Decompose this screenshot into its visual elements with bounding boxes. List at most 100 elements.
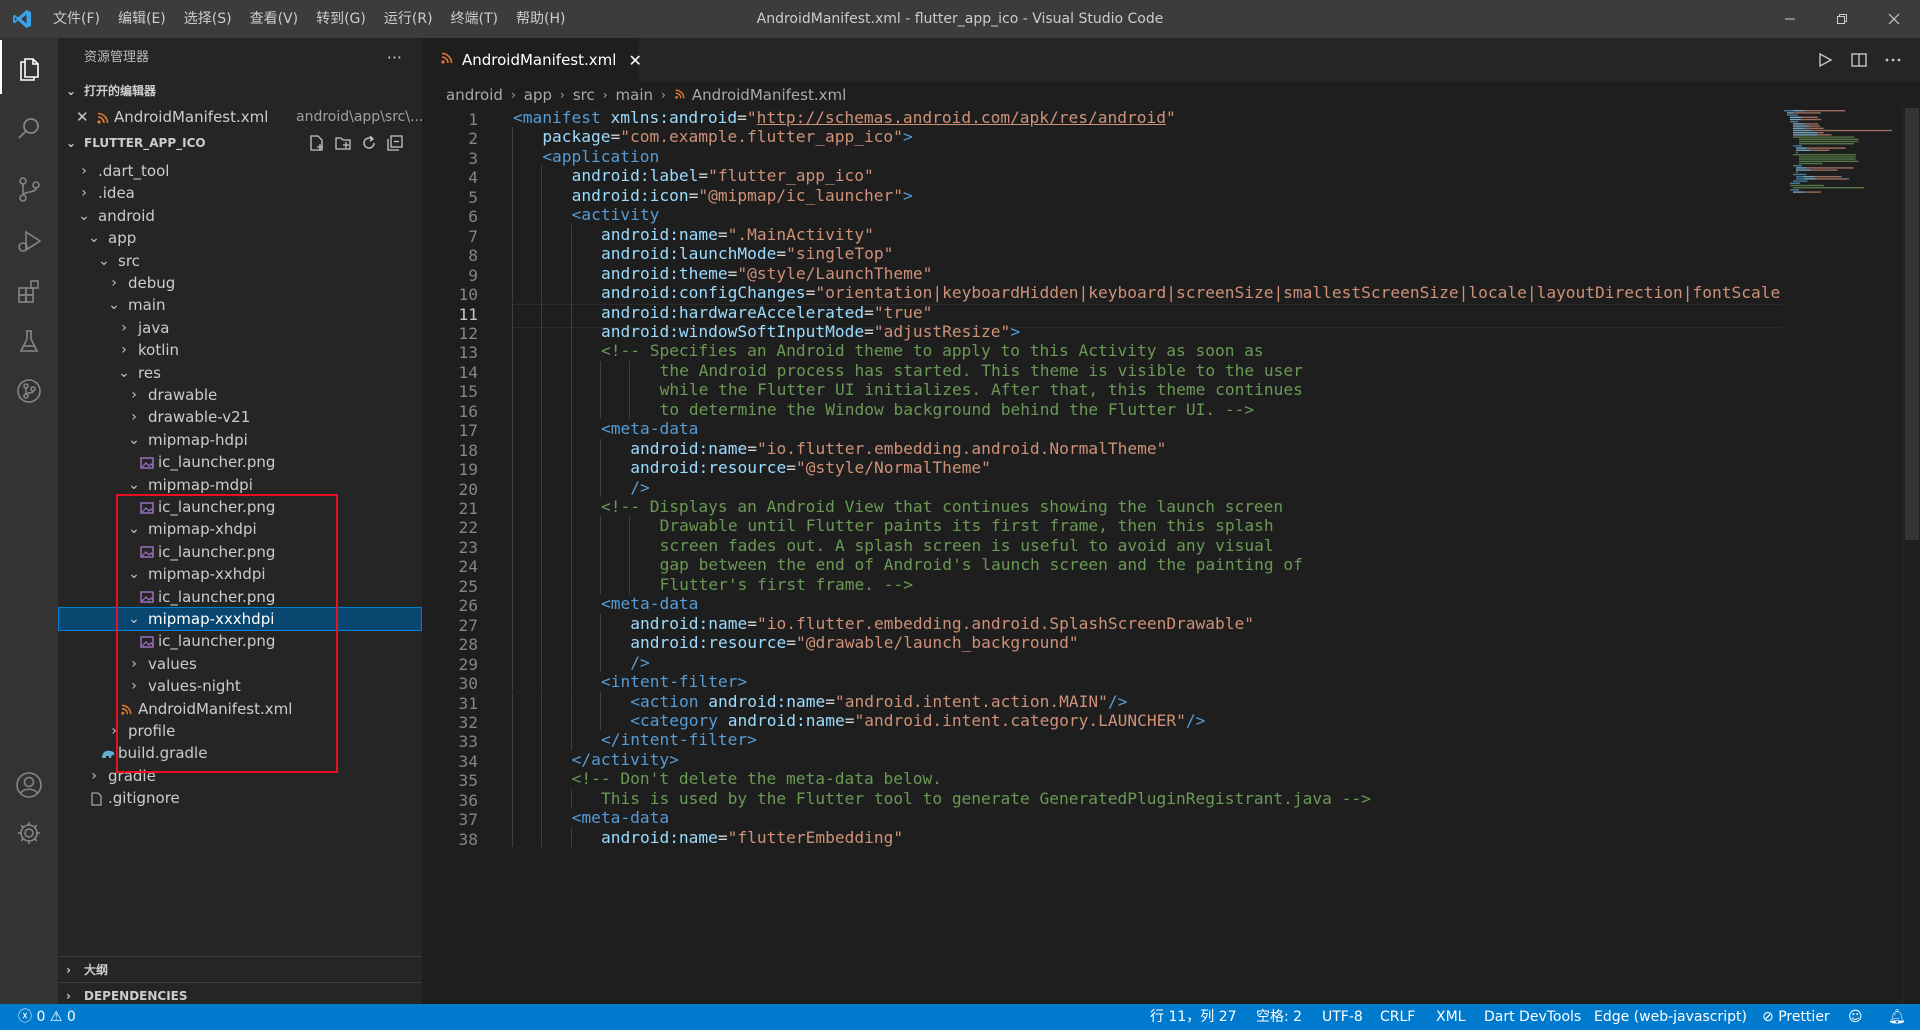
code-line[interactable]: <manifest xmlns:android="http://schemas.… <box>510 108 1176 127</box>
code-line[interactable]: <action android:name="android.intent.act… <box>510 692 1127 711</box>
code-line[interactable]: <category android:name="android.intent.c… <box>510 711 1205 730</box>
tree-folder[interactable]: ⌄ mipmap-hdpi <box>58 428 422 452</box>
minimap[interactable] <box>1782 108 1902 1004</box>
tree-file[interactable]: .gitignore <box>58 786 422 810</box>
open-editors-section[interactable]: ⌄ 打开的编辑器 <box>58 78 422 104</box>
code-line[interactable]: <application <box>510 147 659 166</box>
tree-folder[interactable]: › drawable <box>58 383 422 407</box>
collapse-all-icon[interactable] <box>386 134 404 161</box>
source-control-icon[interactable] <box>0 162 58 216</box>
git-graph-icon[interactable] <box>0 364 58 418</box>
feedback-icon[interactable]: ☺ <box>1848 1004 1863 1030</box>
code-line[interactable]: android:icon="@mipmap/ic_launcher"> <box>510 186 913 205</box>
tree-folder[interactable]: › .idea <box>58 181 422 205</box>
code-line[interactable]: </intent-filter> <box>510 730 757 749</box>
run-debug-icon[interactable] <box>0 214 58 268</box>
menu-item-3[interactable]: 查看(V) <box>241 0 308 38</box>
breadcrumb-item[interactable]: android <box>446 82 503 108</box>
tree-folder[interactable]: › debug <box>58 271 422 295</box>
code-line[interactable]: android:resource="@style/NormalTheme" <box>510 458 991 477</box>
breadcrumb-item[interactable]: main <box>616 82 653 108</box>
tree-folder[interactable]: ⌄ app <box>58 226 422 250</box>
code-line[interactable]: <meta-data <box>510 419 698 438</box>
notifications-bell-icon[interactable]: 🔔︎ <box>1888 1004 1906 1030</box>
dart-devtools[interactable]: Dart DevTools <box>1484 1004 1581 1030</box>
settings-icon[interactable] <box>0 806 58 860</box>
code-line[interactable]: This is used by the Flutter tool to gene… <box>510 789 1371 808</box>
code-line[interactable]: android:launchMode="singleTop" <box>510 244 893 263</box>
testing-icon[interactable] <box>0 314 58 368</box>
code-line[interactable]: <meta-data <box>510 808 669 827</box>
tree-folder[interactable]: › kotlin <box>58 338 422 362</box>
tree-folder[interactable]: › java <box>58 316 422 340</box>
tree-folder[interactable]: ⌄ res <box>58 361 422 385</box>
close-editor-icon[interactable]: ✕ <box>76 104 89 130</box>
code-line[interactable]: <activity <box>510 205 660 224</box>
new-file-icon[interactable] <box>308 134 326 161</box>
code-line[interactable]: android:label="flutter_app_ico" <box>510 166 874 185</box>
menu-item-6[interactable]: 终端(T) <box>442 0 507 38</box>
code-line[interactable]: android:resource="@drawable/launch_backg… <box>510 633 1078 652</box>
code-line[interactable]: screen fades out. A splash screen is use… <box>510 536 1274 555</box>
breadcrumb-item[interactable]: AndroidManifest.xml <box>692 82 846 108</box>
code-line[interactable]: <meta-data <box>510 594 698 613</box>
problems-indicator[interactable]: ⓧ 0 ⚠ 0 <box>18 1004 76 1030</box>
code-line[interactable]: android:name=".MainActivity" <box>510 225 874 244</box>
menu-item-4[interactable]: 转到(G) <box>307 0 375 38</box>
menu-item-7[interactable]: 帮助(H) <box>507 0 574 38</box>
code-line[interactable]: android:name="io.flutter.embedding.andro… <box>510 439 1166 458</box>
tree-folder[interactable]: › .dart_tool <box>58 159 422 183</box>
code-line[interactable]: /> <box>510 653 650 672</box>
code-line[interactable]: </activity> <box>510 750 679 769</box>
vscode-logo-icon[interactable] <box>0 0 44 38</box>
workspace-section[interactable]: ⌄ FLUTTER_APP_ICO <box>58 130 422 156</box>
split-editor-icon[interactable] <box>1842 51 1876 69</box>
close-icon[interactable] <box>1868 0 1920 38</box>
prettier-status[interactable]: ⊘ Prettier <box>1762 1004 1830 1030</box>
code-line[interactable]: android:hardwareAccelerated="true" <box>510 303 932 322</box>
search-icon[interactable] <box>0 102 58 156</box>
menu-item-2[interactable]: 选择(S) <box>175 0 241 38</box>
code-line[interactable]: <intent-filter> <box>510 672 747 691</box>
breadcrumb-item[interactable]: app <box>524 82 552 108</box>
open-editor-item[interactable]: ✕ AndroidManifest.xml android\app\src\..… <box>58 104 422 130</box>
tab-close-icon[interactable]: ✕ <box>628 51 641 70</box>
code-line[interactable]: android:name="io.flutter.embedding.andro… <box>510 614 1254 633</box>
edge-debug[interactable]: Edge (web-javascript) <box>1594 1004 1747 1030</box>
encoding[interactable]: UTF-8 <box>1322 1004 1363 1030</box>
code-line[interactable]: <!-- Specifies an Android theme to apply… <box>510 341 1264 360</box>
vertical-scrollbar[interactable] <box>1902 108 1920 1004</box>
tree-folder[interactable]: ⌄ mipmap-mdpi <box>58 473 422 497</box>
extensions-icon[interactable] <box>0 264 58 318</box>
tree-folder[interactable]: › drawable-v21 <box>58 405 422 429</box>
tree-folder[interactable]: ⌄ android <box>58 204 422 228</box>
end-of-line[interactable]: CRLF <box>1380 1004 1415 1030</box>
code-line[interactable]: <!-- Don't delete the meta-data below. <box>510 769 942 788</box>
code-line[interactable]: Flutter's first frame. --> <box>510 575 913 594</box>
breadcrumb-item[interactable]: src <box>573 82 595 108</box>
code-line[interactable]: while the Flutter UI initializes. After … <box>510 380 1303 399</box>
indentation[interactable]: 空格: 2 <box>1256 1004 1302 1030</box>
menu-item-1[interactable]: 编辑(E) <box>109 0 175 38</box>
new-folder-icon[interactable] <box>334 134 352 161</box>
code-line[interactable]: to determine the Window background behin… <box>510 400 1255 419</box>
more-actions-icon[interactable] <box>1876 51 1910 69</box>
cursor-position[interactable]: 行 11，列 27 <box>1150 1004 1237 1030</box>
tab-android-manifest[interactable]: AndroidManifest.xml ✕ <box>422 38 642 82</box>
code-line[interactable]: gap between the end of Android's launch … <box>510 555 1303 574</box>
code-line[interactable]: Drawable until Flutter paints its first … <box>510 516 1274 535</box>
code-line[interactable]: the Android process has started. This th… <box>510 361 1303 380</box>
outline-section[interactable]: › 大纲 <box>58 956 422 983</box>
dependencies-section[interactable]: › DEPENDENCIES <box>58 982 422 1004</box>
explorer-icon[interactable] <box>0 40 58 94</box>
menu-item-0[interactable]: 文件(F) <box>44 0 109 38</box>
code-line[interactable]: <!-- Displays an Android View that conti… <box>510 497 1283 516</box>
tree-file[interactable]: ic_launcher.png <box>58 450 422 474</box>
menu-item-5[interactable]: 运行(R) <box>375 0 442 38</box>
refresh-icon[interactable] <box>360 134 378 161</box>
code-line[interactable]: android:configChanges="orientation|keybo… <box>510 283 1780 302</box>
code-editor[interactable]: 1 <manifest xmlns:android="http://schemas… <box>422 108 1782 1004</box>
tree-folder[interactable]: ⌄ src <box>58 249 422 273</box>
run-icon[interactable] <box>1808 51 1842 69</box>
code-line[interactable]: android:name="flutterEmbedding" <box>510 828 903 847</box>
